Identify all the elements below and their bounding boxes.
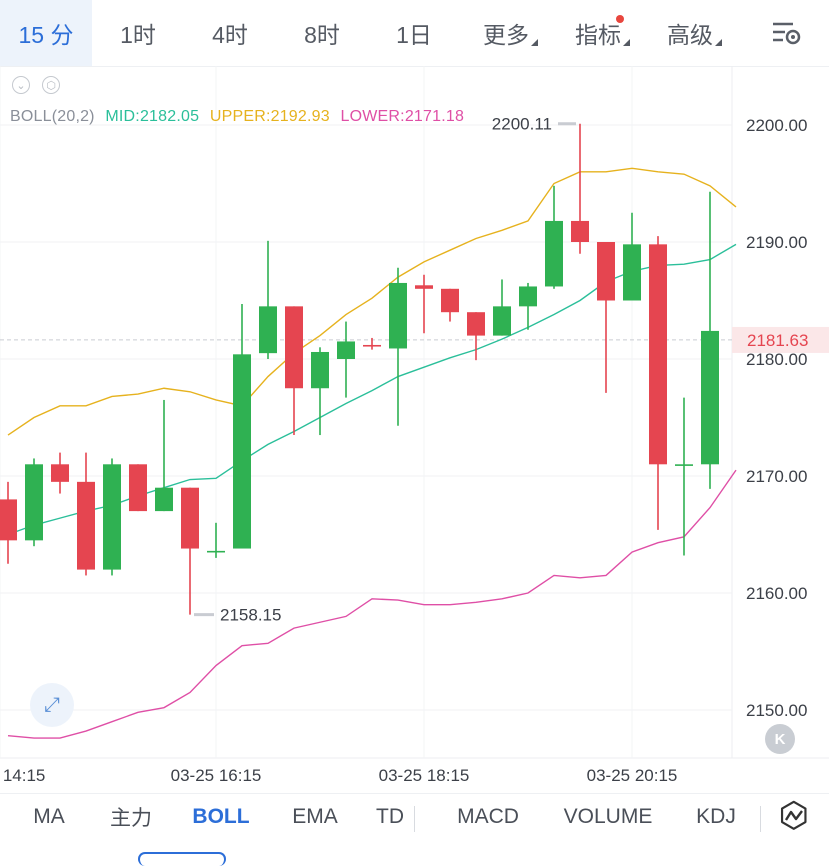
- low-label: 2158.15: [220, 606, 281, 625]
- candle: [337, 321, 355, 398]
- candle-body: [597, 242, 615, 301]
- candle-body: [649, 244, 667, 465]
- candle-body: [207, 550, 225, 553]
- ind-macd[interactable]: MACD: [448, 794, 528, 840]
- candle-body: [181, 487, 199, 549]
- candle: [311, 347, 329, 436]
- candle: [233, 304, 251, 549]
- y-tick-label: 2190.00: [746, 233, 807, 252]
- candle: [571, 123, 589, 254]
- candle-body: [77, 481, 95, 570]
- boll-upper-line: [7, 167, 737, 436]
- x-axis: 03-25 14:15 03-25 16:15 03-25 18:15 03-25 2…: [0, 766, 677, 785]
- y-tick-label: 2200.00: [746, 116, 807, 135]
- high-label: 2200.11: [492, 115, 552, 134]
- x-tick-label: 03-25 18:15: [379, 766, 470, 785]
- candle-body: [311, 351, 329, 389]
- candle: [415, 274, 433, 334]
- k-scroll-icon[interactable]: K: [765, 724, 795, 754]
- candle: [389, 267, 407, 426]
- candle-body: [129, 464, 147, 512]
- hexagon-settings-icon[interactable]: ⬡: [42, 76, 60, 94]
- candle-body: [25, 464, 43, 541]
- candle: [519, 282, 537, 330]
- current-price-label: 2181.63: [747, 331, 808, 350]
- candle: [597, 242, 615, 393]
- boll-name: BOLL(20,2): [10, 108, 95, 125]
- candle: [285, 306, 303, 436]
- candle-body: [389, 282, 407, 349]
- candle-body: [233, 354, 251, 549]
- ind-main-force[interactable]: 主力: [100, 794, 162, 840]
- candle: [649, 236, 667, 530]
- candle: [441, 288, 459, 322]
- y-axis: 2200.002190.002180.002170.002160.002150.…: [746, 116, 807, 720]
- candle: [25, 458, 43, 547]
- ind-kdj[interactable]: KDJ: [688, 794, 744, 840]
- boll-candlestick-chart[interactable]: 2200.002190.002180.002170.002160.002150.…: [0, 0, 829, 859]
- candle-body: [493, 306, 511, 336]
- y-tick-label: 2170.00: [746, 467, 807, 486]
- bottom-pill-indicator: [138, 852, 226, 866]
- indicator-bar: MA 主力 BOLL EMA TD MACD VOLUME KDJ: [0, 793, 829, 860]
- candle-body: [545, 220, 563, 287]
- divider: [760, 806, 761, 832]
- ind-td[interactable]: TD: [372, 794, 408, 840]
- candle: [129, 464, 147, 512]
- candle: [103, 458, 121, 576]
- boll-mid: MID:2182.05: [105, 108, 200, 125]
- candles: [0, 123, 742, 615]
- candle: [77, 452, 95, 576]
- candle-body: [441, 288, 459, 313]
- candle-body: [415, 285, 433, 289]
- candle-body: [103, 464, 121, 570]
- expand-arrows-icon[interactable]: ⤢: [30, 683, 74, 727]
- candle: [545, 185, 563, 289]
- y-tick-label: 2150.00: [746, 701, 807, 720]
- candle-body: [519, 286, 537, 307]
- candle: [181, 487, 199, 615]
- candle: [493, 279, 511, 336]
- candle: [155, 399, 173, 512]
- candle-body: [155, 487, 173, 512]
- boll-legend: BOLL(20,2) MID:2182.05 UPPER:2192.93 LOW…: [10, 108, 464, 126]
- chart-tools: ⌄ ⬡: [12, 76, 60, 94]
- candle: [675, 397, 693, 556]
- candle-body: [467, 312, 485, 336]
- candle: [623, 212, 641, 301]
- candle: [259, 240, 277, 359]
- boll-upper: UPPER:2192.93: [209, 108, 330, 125]
- candle-body: [337, 341, 355, 359]
- candle-body: [51, 464, 69, 482]
- candle: [51, 452, 69, 494]
- ind-ma[interactable]: MA: [18, 794, 80, 840]
- ind-volume[interactable]: VOLUME: [556, 794, 660, 840]
- candle: [207, 522, 225, 558]
- candle: [701, 191, 719, 489]
- candle-body: [623, 244, 641, 301]
- candle-body: [363, 344, 381, 347]
- wave-icon[interactable]: [778, 800, 810, 832]
- candle-body: [701, 330, 719, 465]
- x-tick-label: 03-25 16:15: [171, 766, 262, 785]
- candle-body: [259, 306, 277, 354]
- collapse-chevron-icon[interactable]: ⌄: [12, 76, 30, 94]
- divider: [414, 806, 415, 832]
- y-tick-label: 2160.00: [746, 584, 807, 603]
- ind-ema[interactable]: EMA: [282, 794, 348, 840]
- candle: [467, 312, 485, 361]
- candle-body: [285, 306, 303, 389]
- ind-boll[interactable]: BOLL: [182, 794, 260, 840]
- candle-body: [675, 464, 693, 466]
- candle-body: [571, 220, 589, 242]
- boll-lower: LOWER:2171.18: [340, 108, 465, 125]
- candle: [0, 481, 17, 564]
- candle-body: [0, 499, 17, 541]
- x-tick-label: 03-25 14:15: [0, 766, 45, 785]
- x-tick-label: 03-25 20:15: [587, 766, 678, 785]
